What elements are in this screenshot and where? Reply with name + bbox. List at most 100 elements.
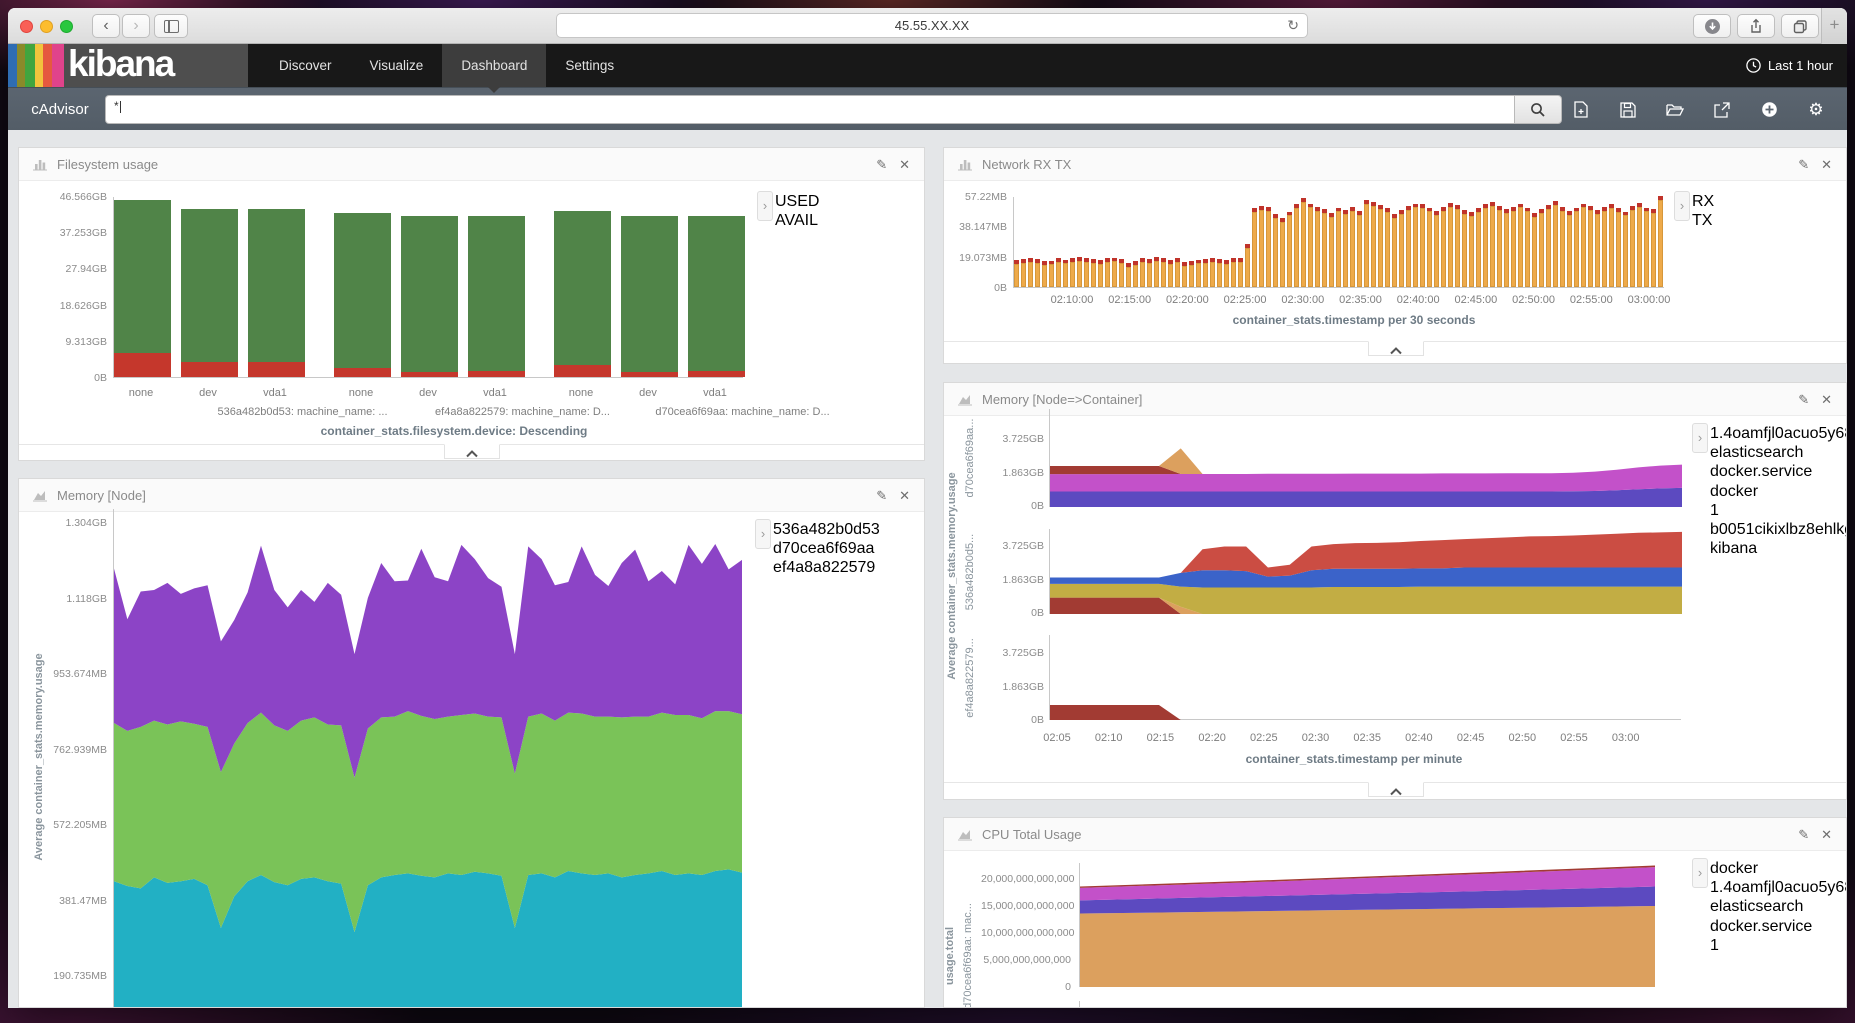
bar-tx[interactable] — [1147, 259, 1152, 263]
options-button[interactable]: ⚙ — [1807, 101, 1825, 119]
bar-tx[interactable] — [1623, 212, 1628, 216]
bar-tx[interactable] — [1343, 210, 1348, 214]
bar-rx[interactable] — [1371, 206, 1376, 287]
bar-tx[interactable] — [1308, 204, 1313, 208]
bar-rx[interactable] — [1378, 209, 1383, 287]
bar-tx[interactable] — [1553, 201, 1558, 205]
bar-tx[interactable] — [1413, 204, 1418, 208]
legend-item[interactable]: TX — [1692, 212, 1712, 230]
bar-rx[interactable] — [1329, 217, 1334, 287]
bar-rx[interactable] — [1154, 261, 1159, 287]
bar-tx[interactable] — [1161, 258, 1166, 262]
bar-rx[interactable] — [1434, 215, 1439, 287]
kibana-logo[interactable]: kibana — [8, 44, 248, 87]
bar-rx[interactable] — [1280, 222, 1285, 287]
query-input[interactable]: * — [105, 95, 1514, 124]
bar-rx[interactable] — [1455, 209, 1460, 287]
legend-item[interactable]: docker — [1710, 483, 1758, 501]
legend-item[interactable]: 1.4oamfjl0acuo5y68p... — [1710, 425, 1847, 443]
bar-rx[interactable] — [1623, 215, 1628, 287]
downloads-button[interactable] — [1693, 14, 1731, 38]
close-panel-icon[interactable]: ✕ — [1821, 392, 1832, 408]
bar-used[interactable] — [554, 365, 611, 377]
bar-avail[interactable] — [401, 216, 458, 371]
bar-rx[interactable] — [1126, 267, 1131, 288]
bar-tx[interactable] — [1259, 206, 1264, 210]
legend-item[interactable]: USED — [775, 193, 819, 211]
bar-tx[interactable] — [1588, 206, 1593, 210]
bar-rx[interactable] — [1567, 215, 1572, 287]
bar-rx[interactable] — [1294, 208, 1299, 287]
bar-tx[interactable] — [1182, 262, 1187, 266]
bar-rx[interactable] — [1336, 211, 1341, 287]
bar-avail[interactable] — [114, 200, 171, 353]
bar-rx[interactable] — [1070, 262, 1075, 287]
bar-avail[interactable] — [468, 216, 525, 371]
bar-tx[interactable] — [1035, 259, 1040, 263]
bar-rx[interactable] — [1042, 265, 1047, 287]
bar-tx[interactable] — [1546, 205, 1551, 209]
bar-tx[interactable] — [1476, 208, 1481, 212]
bar-tx[interactable] — [1462, 210, 1467, 214]
bar-rx[interactable] — [1448, 207, 1453, 287]
bar-used[interactable] — [114, 353, 171, 377]
bar-tx[interactable] — [1630, 206, 1635, 210]
bar-tx[interactable] — [1238, 258, 1243, 262]
share-button[interactable] — [1737, 14, 1775, 38]
panel-collapse-toggle[interactable] — [1368, 782, 1424, 797]
bar-rx[interactable] — [1161, 262, 1166, 287]
legend-item[interactable]: docker.service — [1710, 918, 1812, 936]
bar-rx[interactable] — [1133, 265, 1138, 287]
bar-rx[interactable] — [1385, 212, 1390, 287]
bar-tx[interactable] — [1483, 204, 1488, 208]
memory-container-chart-plot-1[interactable] — [1049, 409, 1681, 507]
bar-avail[interactable] — [248, 209, 305, 362]
share-dashboard-button[interactable] — [1713, 101, 1731, 119]
reload-icon[interactable]: ↻ — [1287, 14, 1299, 37]
bar-tx[interactable] — [1637, 203, 1642, 207]
zoom-window-icon[interactable] — [60, 20, 73, 33]
bar-tx[interactable] — [1532, 213, 1537, 217]
bar-tx[interactable] — [1196, 260, 1201, 264]
panel-collapse-toggle[interactable] — [1368, 341, 1424, 356]
bar-tx[interactable] — [1518, 204, 1523, 208]
nav-tab-settings[interactable]: Settings — [546, 44, 633, 87]
bar-used[interactable] — [248, 362, 305, 377]
bar-tx[interactable] — [1567, 211, 1572, 215]
legend-item[interactable]: elasticsearch — [1710, 898, 1803, 916]
bar-rx[interactable] — [1245, 248, 1250, 287]
legend-item[interactable]: kibana — [1710, 540, 1757, 558]
minimize-window-icon[interactable] — [40, 20, 53, 33]
bar-tx[interactable] — [1574, 208, 1579, 212]
legend-item[interactable]: 536a482b0d53 — [773, 521, 880, 539]
legend-item[interactable]: AVAIL — [775, 212, 818, 230]
bar-rx[interactable] — [1427, 211, 1432, 287]
bar-tx[interactable] — [1616, 208, 1621, 212]
bar-used[interactable] — [334, 368, 391, 377]
bar-tx[interactable] — [1322, 209, 1327, 213]
bar-rx[interactable] — [1399, 214, 1404, 287]
bar-tx[interactable] — [1581, 204, 1586, 208]
bar-rx[interactable] — [1357, 215, 1362, 287]
bar-rx[interactable] — [1224, 264, 1229, 287]
address-bar[interactable]: 45.55.XX.XX ↻ — [556, 13, 1308, 38]
bar-tx[interactable] — [1014, 260, 1019, 264]
bar-rx[interactable] — [1525, 211, 1530, 287]
bar-tx[interactable] — [1266, 207, 1271, 211]
legend-collapse-toggle[interactable]: › — [1692, 423, 1708, 453]
bar-tx[interactable] — [1560, 207, 1565, 211]
bar-rx[interactable] — [1182, 266, 1187, 287]
bar-tx[interactable] — [1427, 208, 1432, 212]
bar-tx[interactable] — [1133, 261, 1138, 265]
bar-tx[interactable] — [1287, 212, 1292, 216]
bar-tx[interactable] — [1042, 261, 1047, 265]
bar-rx[interactable] — [1497, 210, 1502, 287]
bar-rx[interactable] — [1119, 263, 1124, 287]
close-window-icon[interactable] — [20, 20, 33, 33]
bar-rx[interactable] — [1420, 208, 1425, 287]
bar-tx[interactable] — [1098, 260, 1103, 264]
close-panel-icon[interactable]: ✕ — [1821, 827, 1832, 843]
bar-tx[interactable] — [1399, 210, 1404, 214]
close-panel-icon[interactable]: ✕ — [1821, 157, 1832, 173]
edit-panel-icon[interactable]: ✎ — [1798, 827, 1809, 843]
